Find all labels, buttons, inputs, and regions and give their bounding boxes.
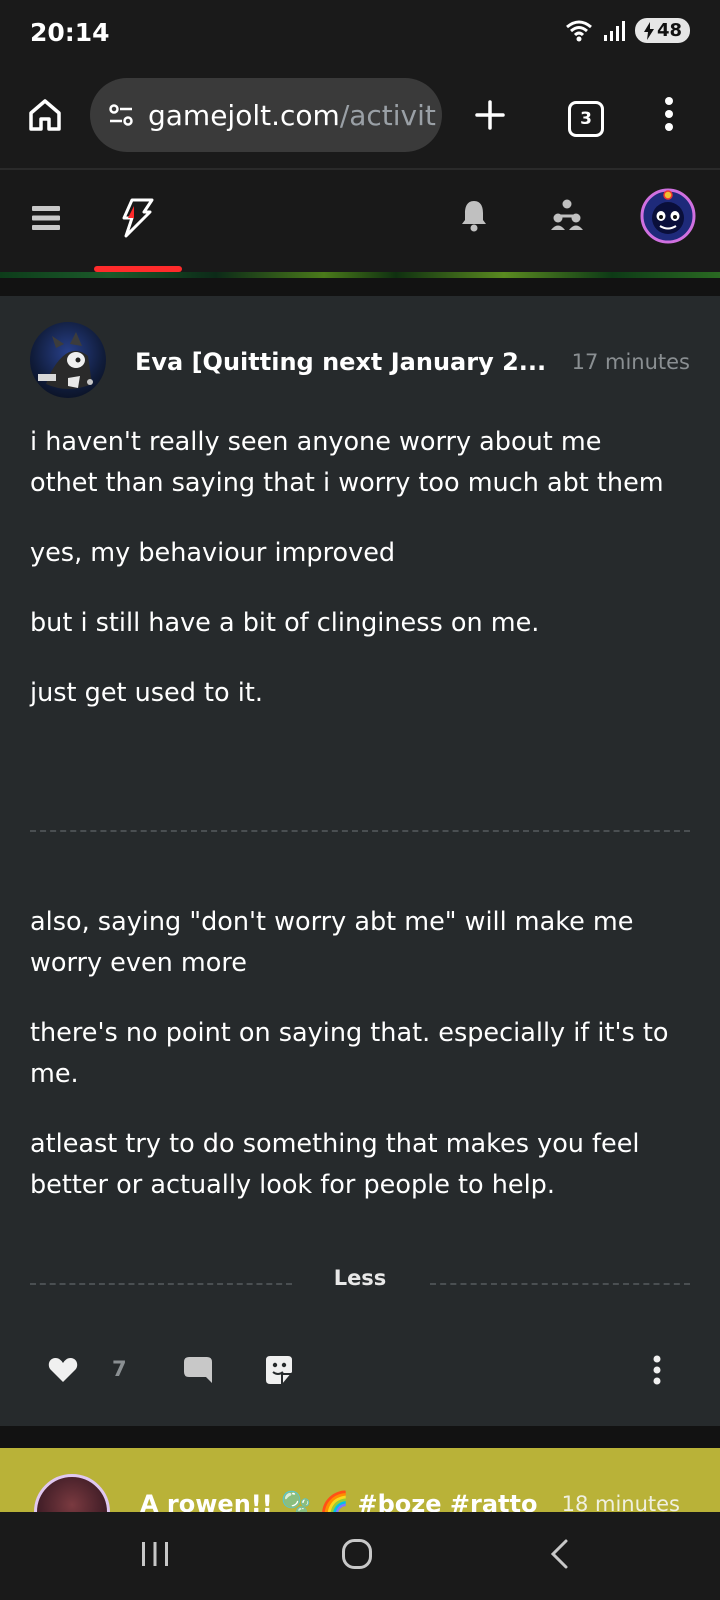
more-vert-icon[interactable]: [664, 96, 674, 132]
site-settings-icon[interactable]: [108, 104, 134, 126]
friends-icon[interactable]: [550, 198, 584, 232]
browser-toolbar: gamejolt.com/activit 3: [0, 72, 720, 170]
next-post-author[interactable]: A rowen!! 🫧 🌈 #boze #ratto: [140, 1490, 537, 1512]
post-paragraph: there's no point on saying that. especia…: [30, 1018, 669, 1089]
post-paragraph: just get used to it.: [30, 678, 263, 708]
next-post-card[interactable]: A rowen!! 🫧 🌈 #boze #ratto 18 minutes: [0, 1448, 720, 1512]
post-author-avatar[interactable]: [30, 322, 106, 398]
banner-strip: [0, 272, 720, 278]
signal-icon: [603, 20, 625, 41]
comment-icon[interactable]: [183, 1356, 213, 1384]
site-nav: [0, 170, 720, 274]
recent-apps-icon[interactable]: [140, 1540, 170, 1568]
post-paragraph: atleast try to do something that makes y…: [30, 1129, 640, 1200]
status-bar: 20:14 48: [0, 0, 720, 72]
post-more-icon[interactable]: [652, 1355, 662, 1385]
less-divider-left: [30, 1283, 292, 1285]
hamburger-menu-icon[interactable]: [32, 205, 60, 231]
url-text: gamejolt.com/activit: [148, 99, 436, 132]
notifications-bell-icon[interactable]: [460, 198, 488, 232]
post-timestamp[interactable]: 17 minutes: [572, 350, 690, 374]
back-icon[interactable]: [548, 1538, 570, 1570]
show-less-button[interactable]: Less: [310, 1266, 410, 1290]
avatar-image: [38, 332, 93, 389]
home-icon[interactable]: [26, 96, 64, 134]
post-body: i haven't really seen anyone worry about…: [30, 422, 670, 743]
post-paragraph: but i still have a bit of clinginess on …: [30, 608, 540, 638]
section-divider: [30, 830, 690, 832]
next-post-timestamp[interactable]: 18 minutes: [562, 1492, 680, 1512]
wifi-icon: [565, 20, 592, 41]
post-paragraph: i haven't really seen anyone worry about…: [30, 427, 664, 498]
url-path: /activit: [339, 98, 436, 132]
post-paragraph: also, saying "don't worry abt me" will m…: [30, 907, 634, 978]
like-count[interactable]: 7: [112, 1357, 127, 1381]
address-bar[interactable]: gamejolt.com/activit: [90, 78, 442, 152]
home-nav-icon[interactable]: [341, 1538, 373, 1570]
tab-switcher-button[interactable]: 3: [568, 101, 604, 137]
post-paragraph: yes, my behaviour improved: [30, 538, 396, 568]
gamejolt-logo-icon[interactable]: [118, 198, 154, 238]
like-heart-icon[interactable]: [48, 1356, 78, 1383]
post-body-continued: also, saying "don't worry abt me" will m…: [30, 902, 680, 1235]
android-nav-bar: [0, 1512, 720, 1600]
next-post-avatar[interactable]: [34, 1474, 110, 1512]
battery-level: 48: [656, 20, 682, 41]
url-host: gamejolt.com: [148, 98, 340, 132]
user-avatar[interactable]: [640, 188, 696, 244]
post-author-name[interactable]: Eva [Quitting next January 2...: [135, 348, 546, 376]
charging-bolt-icon: [643, 21, 654, 40]
battery-indicator: 48: [634, 18, 690, 43]
status-time: 20:14: [30, 18, 110, 47]
status-icons: 48: [565, 18, 690, 43]
sticker-icon[interactable]: [264, 1354, 294, 1386]
less-divider-right: [430, 1283, 690, 1285]
new-tab-icon[interactable]: [474, 99, 506, 131]
